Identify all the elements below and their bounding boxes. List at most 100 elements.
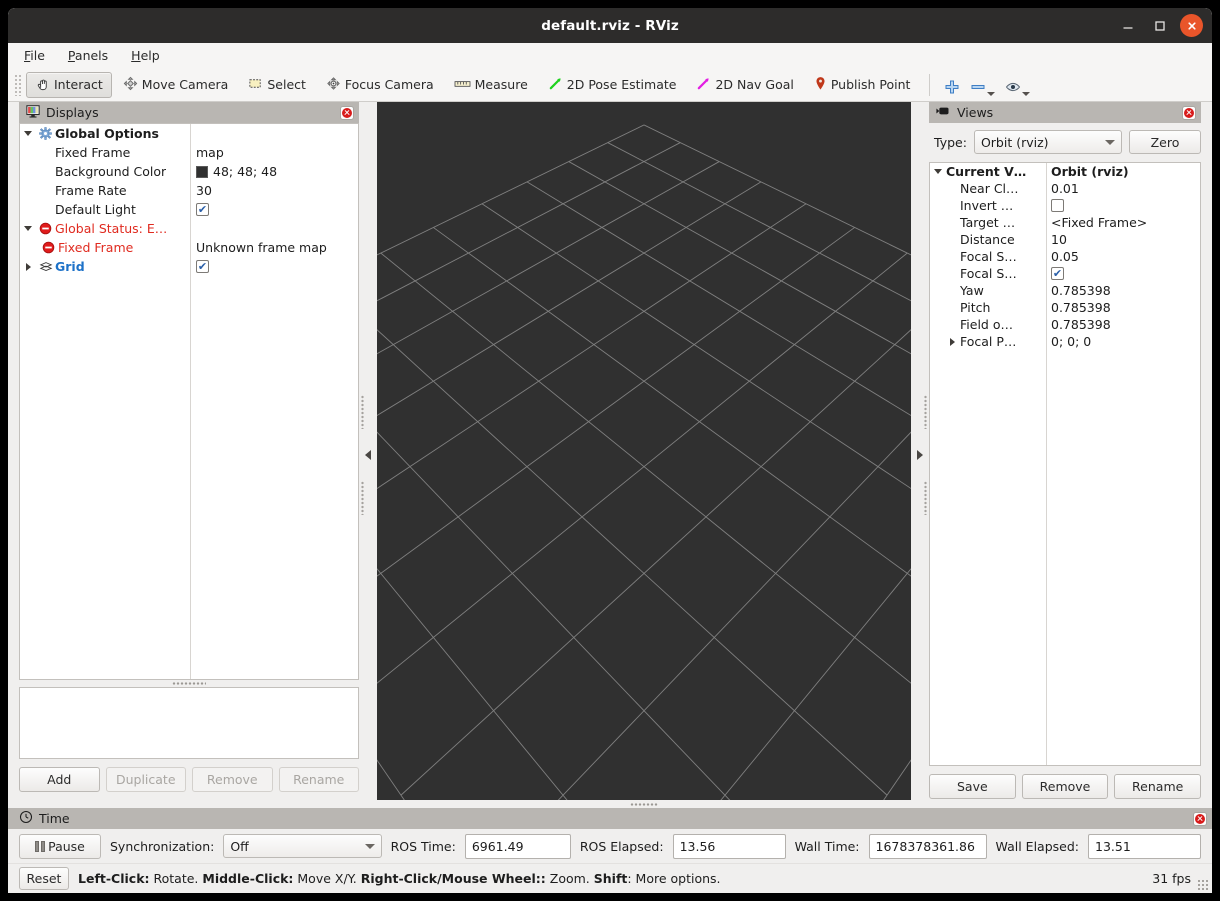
views-panel-title: Views: [957, 105, 994, 120]
pause-button[interactable]: Pause: [19, 833, 101, 859]
focus-camera-icon: [326, 76, 341, 94]
row-value[interactable]: 30: [196, 183, 212, 198]
pause-icon: [35, 840, 46, 852]
right-splitter[interactable]: [911, 102, 929, 808]
table-row[interactable]: Focal P… 0; 0; 0: [930, 333, 1200, 350]
close-button[interactable]: [1180, 14, 1203, 37]
add-tool-button[interactable]: [939, 72, 965, 98]
visibility-tool-button[interactable]: [1000, 72, 1035, 98]
table-row[interactable]: Frame Rate 30: [20, 181, 358, 200]
expand-right-icon[interactable]: [917, 450, 923, 460]
left-splitter[interactable]: [359, 102, 377, 808]
map-pin-icon: [814, 76, 827, 94]
ros-time-field[interactable]: 6961.49: [464, 833, 571, 859]
grid-enabled-checkbox[interactable]: [196, 260, 209, 273]
save-view-button[interactable]: Save: [929, 774, 1016, 799]
reset-button[interactable]: Reset: [19, 867, 69, 890]
table-row[interactable]: Distance 10: [930, 231, 1200, 248]
synchronization-combo[interactable]: Off: [223, 834, 382, 858]
resize-grip[interactable]: [1197, 879, 1208, 890]
table-row[interactable]: Near Cl… 0.01: [930, 180, 1200, 197]
row-value[interactable]: <Fixed Frame>: [1051, 215, 1147, 230]
wall-elapsed-field[interactable]: 13.51: [1088, 833, 1201, 859]
menu-file[interactable]: File: [22, 47, 47, 64]
views-close-button[interactable]: [1182, 105, 1196, 120]
3d-render-view[interactable]: [377, 102, 911, 800]
view-type-combo[interactable]: Orbit (rviz): [973, 130, 1122, 154]
tool-2d-pose-estimate[interactable]: 2D Pose Estimate: [539, 72, 686, 98]
row-label: Default Light: [55, 202, 136, 217]
viewport-bottom-splitter[interactable]: [377, 800, 911, 808]
wall-time-field[interactable]: 1678378361.86: [868, 833, 987, 859]
tool-publish-point[interactable]: Publish Point: [805, 72, 920, 98]
table-row[interactable]: Field o… 0.785398: [930, 316, 1200, 333]
table-row[interactable]: Fixed Frame Unknown frame map: [20, 238, 358, 257]
duplicate-display-button[interactable]: Duplicate: [105, 767, 186, 792]
row-value[interactable]: 0.785398: [1051, 317, 1111, 332]
table-row[interactable]: Current V… Orbit (rviz): [930, 163, 1200, 180]
rename-view-button[interactable]: Rename: [1114, 774, 1202, 799]
tool-move-camera[interactable]: Move Camera: [114, 72, 238, 98]
views-column-splitter[interactable]: [1046, 163, 1047, 765]
row-value[interactable]: 0.785398: [1051, 283, 1111, 298]
focal-shape-fixed-checkbox[interactable]: [1051, 267, 1064, 280]
error-icon: [36, 222, 55, 235]
time-panel-header: Time: [8, 808, 1212, 829]
tool-interact[interactable]: Interact: [26, 71, 112, 98]
color-swatch[interactable]: [196, 165, 208, 178]
remove-display-button[interactable]: Remove: [192, 767, 273, 792]
zero-button[interactable]: Zero: [1129, 130, 1201, 154]
menu-help[interactable]: Help: [129, 47, 162, 64]
row-value[interactable]: map: [196, 145, 224, 160]
table-row[interactable]: Global Options: [20, 124, 358, 143]
row-value[interactable]: 0; 0; 0: [1051, 334, 1091, 349]
collapse-arrow-icon[interactable]: [20, 263, 36, 271]
expand-arrow-icon[interactable]: [20, 226, 36, 231]
time-close-button[interactable]: [1193, 811, 1207, 826]
toolbar-grip[interactable]: [14, 73, 22, 96]
tool-select[interactable]: Select: [239, 72, 315, 98]
tool-measure[interactable]: Measure: [445, 72, 537, 98]
default-light-checkbox[interactable]: [196, 203, 209, 216]
minimize-button[interactable]: [1116, 14, 1139, 37]
row-value[interactable]: 10: [1051, 232, 1067, 247]
invert-checkbox[interactable]: [1051, 199, 1064, 212]
monitor-rgb-icon: [26, 104, 40, 121]
remove-tool-button[interactable]: [965, 72, 1000, 98]
views-tree[interactable]: Current V… Orbit (rviz) Near Cl… 0.01 In…: [929, 162, 1201, 766]
displays-splitter[interactable]: [19, 680, 359, 687]
table-row[interactable]: Global Status: E…: [20, 219, 358, 238]
table-row[interactable]: Yaw 0.785398: [930, 282, 1200, 299]
mouse-hint-text: Left-Click: Rotate. Middle-Click: Move X…: [78, 871, 721, 886]
displays-tree[interactable]: Global Options Fixed Frame map Backgroun…: [19, 123, 359, 680]
table-row[interactable]: Focal S…: [930, 265, 1200, 282]
expand-arrow-icon[interactable]: [930, 169, 946, 174]
displays-panel: Displays Global Options Fixed Frame map …: [8, 102, 359, 808]
table-row[interactable]: Fixed Frame map: [20, 143, 358, 162]
row-value[interactable]: 0.05: [1051, 249, 1079, 264]
ros-elapsed-field[interactable]: 13.56: [672, 833, 786, 859]
rename-display-button[interactable]: Rename: [278, 767, 359, 792]
row-value[interactable]: 48; 48; 48: [213, 164, 277, 179]
table-row[interactable]: Grid: [20, 257, 358, 276]
tool-focus-camera[interactable]: Focus Camera: [317, 72, 443, 98]
table-row[interactable]: Default Light: [20, 200, 358, 219]
displays-close-button[interactable]: [340, 105, 354, 120]
table-row[interactable]: Background Color 48; 48; 48: [20, 162, 358, 181]
row-value[interactable]: 0.01: [1051, 181, 1079, 196]
table-row[interactable]: Invert …: [930, 197, 1200, 214]
remove-view-button[interactable]: Remove: [1021, 774, 1109, 799]
collapse-left-icon[interactable]: [365, 450, 371, 460]
add-display-button[interactable]: Add: [19, 767, 100, 792]
menu-panels[interactable]: Panels: [66, 47, 110, 64]
tool-2d-nav-goal[interactable]: 2D Nav Goal: [687, 72, 802, 98]
table-row[interactable]: Target … <Fixed Frame>: [930, 214, 1200, 231]
row-value[interactable]: 0.785398: [1051, 300, 1111, 315]
table-row[interactable]: Focal S… 0.05: [930, 248, 1200, 265]
expand-arrow-icon[interactable]: [20, 131, 36, 136]
displays-column-splitter[interactable]: [190, 124, 191, 679]
collapse-arrow-icon[interactable]: [944, 338, 960, 346]
maximize-button[interactable]: [1148, 14, 1171, 37]
table-row[interactable]: Pitch 0.785398: [930, 299, 1200, 316]
row-label: Global Status: E…: [55, 221, 168, 236]
